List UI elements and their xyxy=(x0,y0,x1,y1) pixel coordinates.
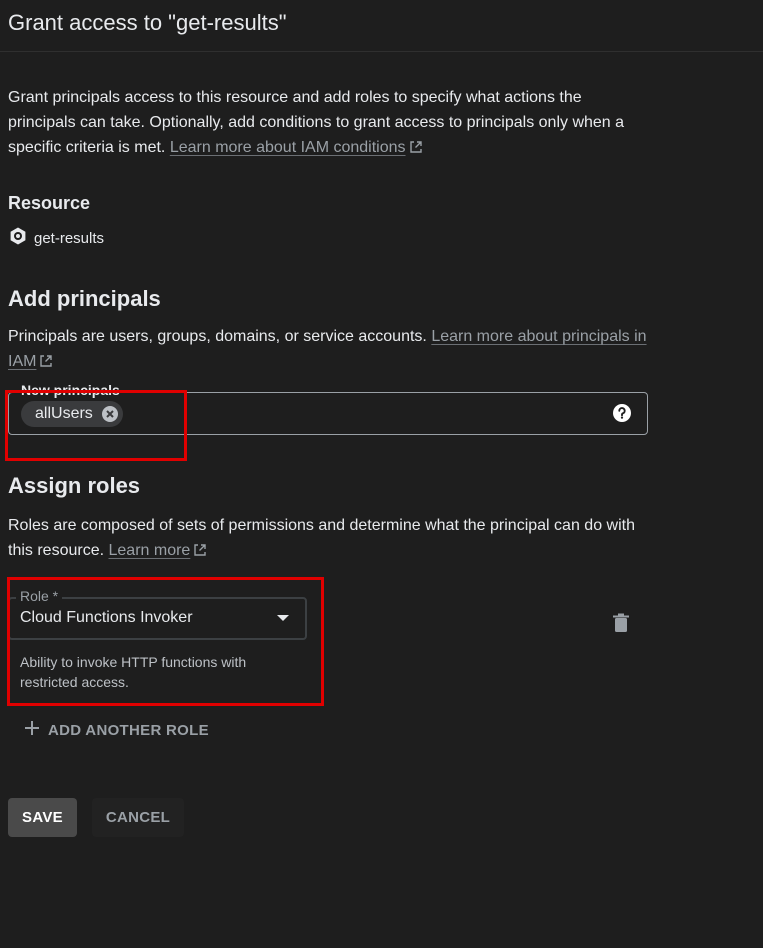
external-link-icon xyxy=(193,540,207,565)
roles-learn-more-link-text: Learn more xyxy=(108,542,191,559)
roles-description: Roles are composed of sets of permission… xyxy=(8,513,648,565)
resource-name: get-results xyxy=(34,229,105,247)
add-another-role-label: ADD ANOTHER ROLE xyxy=(48,721,209,739)
external-link-icon xyxy=(39,351,53,376)
assign-roles-heading: Assign roles xyxy=(8,473,141,498)
help-icon[interactable] xyxy=(613,404,631,427)
chip-remove-icon[interactable] xyxy=(101,405,119,423)
add-another-role-button[interactable]: ADD ANOTHER ROLE xyxy=(24,720,209,740)
plus-icon xyxy=(24,720,40,740)
resource-row: get-results xyxy=(8,226,755,250)
intro-text: Grant principals access to this resource… xyxy=(8,85,648,162)
role-select[interactable]: Role * Cloud Functions Invoker xyxy=(8,588,307,640)
save-button[interactable]: SAVE xyxy=(8,798,77,837)
cancel-button[interactable]: CANCEL xyxy=(92,798,184,837)
grant-access-panel: Grant access to "get-results" Grant prin… xyxy=(0,0,763,948)
principal-chip-label: allUsers xyxy=(35,405,93,422)
panel-title: Grant access to "get-results" xyxy=(8,10,287,35)
new-principals-label: New principals xyxy=(17,382,124,398)
add-principals-heading: Add principals xyxy=(8,286,161,311)
role-help-text: Ability to invoke HTTP functions with re… xyxy=(20,654,247,690)
principals-description-text: Principals are users, groups, domains, o… xyxy=(8,328,427,345)
principals-description: Principals are users, groups, domains, o… xyxy=(8,324,648,376)
new-principals-field[interactable]: New principals allUsers xyxy=(8,382,648,435)
cloud-functions-icon xyxy=(8,226,34,250)
roles-learn-more-link[interactable]: Learn more xyxy=(109,542,191,559)
trash-icon[interactable] xyxy=(612,613,630,638)
external-link-icon xyxy=(409,137,423,162)
roles-description-text: Roles are composed of sets of permission… xyxy=(8,517,635,559)
iam-conditions-link[interactable]: Learn more about IAM conditions xyxy=(170,139,406,156)
panel-header: Grant access to "get-results" xyxy=(0,0,763,52)
dropdown-arrow-icon xyxy=(277,615,289,621)
panel-content: Grant principals access to this resource… xyxy=(0,85,763,695)
principal-chip[interactable]: allUsers xyxy=(21,401,123,427)
resource-heading: Resource xyxy=(8,193,91,213)
iam-conditions-link-text: Learn more about IAM conditions xyxy=(169,139,406,156)
role-value: Cloud Functions Invoker xyxy=(20,609,193,626)
role-label: Role * xyxy=(16,588,63,604)
role-row: Role * Cloud Functions Invoker Ability t… xyxy=(8,585,755,695)
